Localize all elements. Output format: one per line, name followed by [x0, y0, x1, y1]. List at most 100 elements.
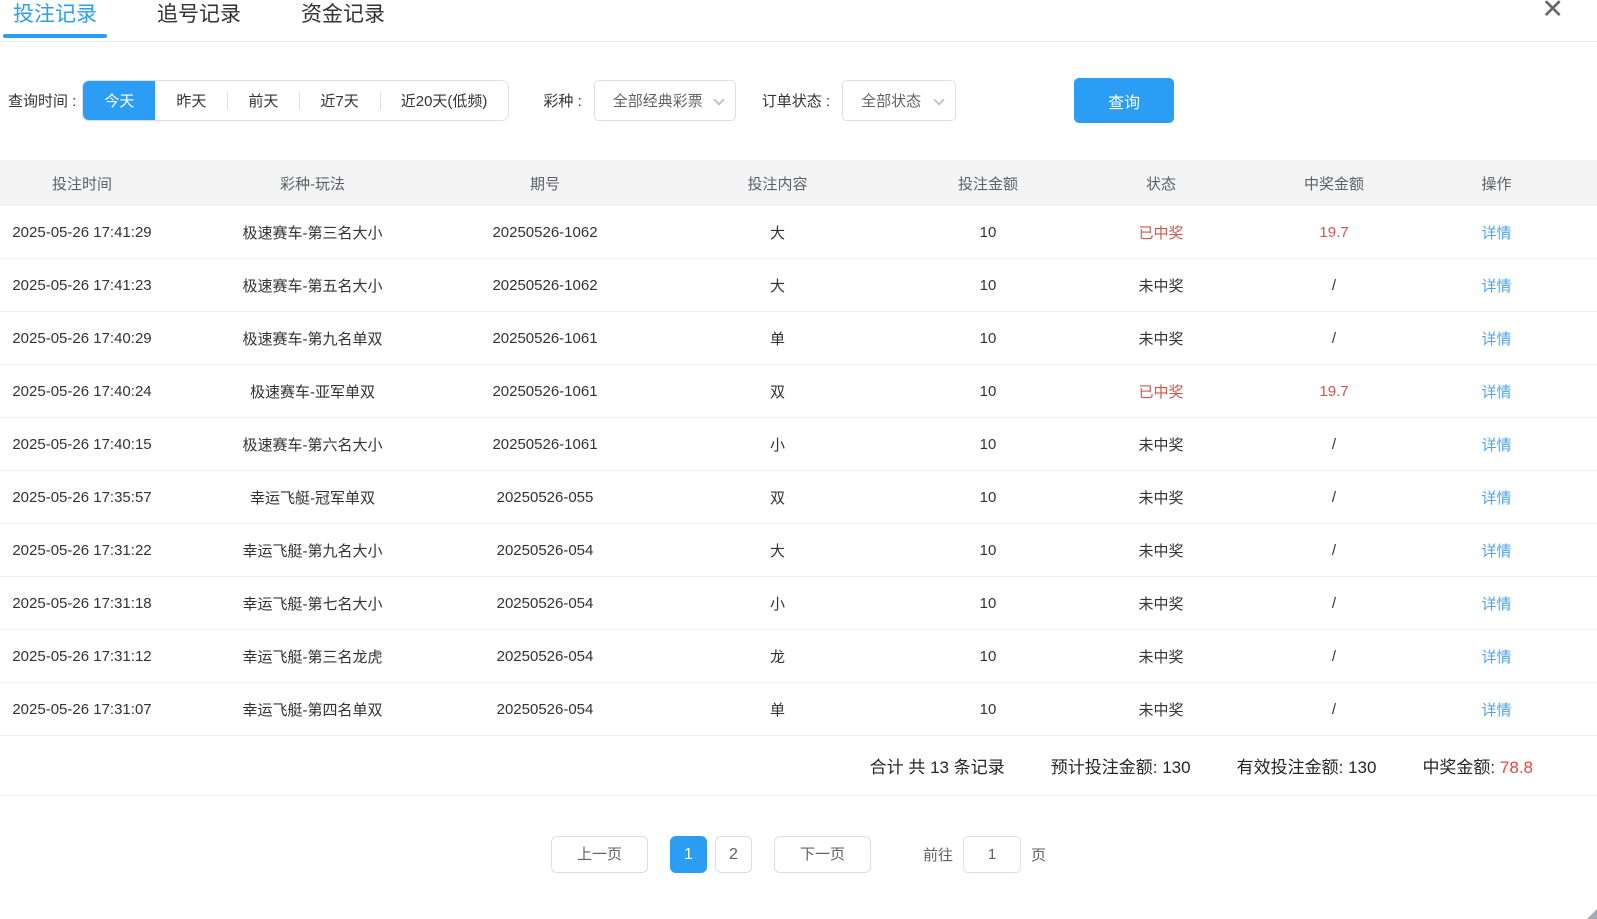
- goto-page: 前往 页: [923, 836, 1046, 873]
- cell-status: 未中奖: [1050, 593, 1272, 614]
- cell-content: 小: [629, 593, 926, 614]
- table-row: 2025-05-26 17:40:29极速赛车-第九名单双20250526-10…: [0, 312, 1597, 365]
- detail-link[interactable]: 详情: [1481, 225, 1511, 242]
- time-option[interactable]: 昨天: [155, 81, 227, 120]
- cell-game: 极速赛车-第三名大小: [164, 222, 461, 243]
- cell-time: 2025-05-26 17:31:18: [0, 595, 164, 612]
- cell-issue: 20250526-1061: [461, 383, 629, 400]
- cell-status: 未中奖: [1050, 540, 1272, 561]
- cell-amount: 10: [926, 595, 1050, 612]
- cell-amount: 10: [926, 224, 1050, 241]
- time-option[interactable]: 近20天(低频): [380, 81, 509, 120]
- cell-issue: 20250526-1061: [461, 436, 629, 453]
- cell-status: 未中奖: [1050, 328, 1272, 349]
- table-row: 2025-05-26 17:31:07幸运飞艇-第四名单双20250526-05…: [0, 683, 1597, 736]
- order-status-value: 全部状态: [861, 90, 921, 111]
- time-option[interactable]: 近7天: [299, 81, 379, 120]
- bet-records-table: 投注时间彩种-玩法期号投注内容投注金额状态中奖金额操作 2025-05-26 1…: [0, 160, 1597, 796]
- detail-link[interactable]: 详情: [1481, 384, 1511, 401]
- cell-status: 未中奖: [1050, 646, 1272, 667]
- table-row: 2025-05-26 17:40:24极速赛车-亚军单双20250526-106…: [0, 365, 1597, 418]
- cell-issue: 20250526-054: [461, 595, 629, 612]
- cell-amount: 10: [926, 489, 1050, 506]
- pagination: 上一页 12 下一页 前往 页: [0, 836, 1597, 873]
- resize-corner: [1587, 909, 1597, 919]
- summary-prize-amount: 中奖金额: 78.8: [1422, 753, 1533, 778]
- cell-game: 幸运飞艇-第九名大小: [164, 540, 461, 561]
- cell-prize: /: [1272, 701, 1396, 718]
- cell-content: 小: [629, 434, 926, 455]
- goto-page-input[interactable]: [963, 836, 1021, 873]
- time-option[interactable]: 今天: [83, 81, 155, 120]
- order-status-select[interactable]: 全部状态: [842, 80, 956, 121]
- cell-status: 已中奖: [1050, 222, 1272, 243]
- tabs: 投注记录 追号记录 资金记录: [3, 0, 1597, 41]
- detail-link[interactable]: 详情: [1481, 490, 1511, 507]
- cell-prize: /: [1272, 489, 1396, 506]
- page-number-button[interactable]: 2: [715, 836, 752, 873]
- time-option[interactable]: 前天: [227, 81, 299, 120]
- cell-content: 龙: [629, 646, 926, 667]
- detail-link[interactable]: 详情: [1481, 437, 1511, 454]
- close-icon[interactable]: ✕: [1541, 0, 1564, 24]
- order-status-label: 订单状态 :: [762, 90, 830, 111]
- cell-status: 未中奖: [1050, 275, 1272, 296]
- tab-bar: 投注记录 追号记录 资金记录 ✕: [0, 0, 1597, 42]
- detail-link[interactable]: 详情: [1481, 649, 1511, 666]
- cell-amount: 10: [926, 701, 1050, 718]
- detail-link[interactable]: 详情: [1481, 543, 1511, 560]
- cell-game: 幸运飞艇-第三名龙虎: [164, 646, 461, 667]
- cell-issue: 20250526-1062: [461, 224, 629, 241]
- cell-status: 未中奖: [1050, 699, 1272, 720]
- cell-prize: /: [1272, 436, 1396, 453]
- table-row: 2025-05-26 17:31:12幸运飞艇-第三名龙虎20250526-05…: [0, 630, 1597, 683]
- table-row: 2025-05-26 17:31:18幸运飞艇-第七名大小20250526-05…: [0, 577, 1597, 630]
- column-header: 彩种-玩法: [164, 173, 461, 194]
- detail-link[interactable]: 详情: [1481, 278, 1511, 295]
- lottery-type-select[interactable]: 全部经典彩票: [594, 80, 736, 121]
- cell-amount: 10: [926, 383, 1050, 400]
- cell-content: 单: [629, 699, 926, 720]
- tab-label: 追号记录: [157, 3, 241, 26]
- cell-amount: 10: [926, 277, 1050, 294]
- chevron-down-icon: [933, 94, 944, 105]
- cell-prize: /: [1272, 595, 1396, 612]
- prev-page-button[interactable]: 上一页: [551, 836, 648, 873]
- column-header: 状态: [1050, 173, 1272, 194]
- cell-prize: /: [1272, 542, 1396, 559]
- page-number-button[interactable]: 1: [670, 836, 707, 873]
- tab-bet-records[interactable]: 投注记录: [3, 0, 107, 41]
- cell-time: 2025-05-26 17:41:23: [0, 277, 164, 294]
- cell-content: 大: [629, 275, 926, 296]
- cell-game: 幸运飞艇-第七名大小: [164, 593, 461, 614]
- cell-prize: /: [1272, 330, 1396, 347]
- detail-link[interactable]: 详情: [1481, 596, 1511, 613]
- cell-status: 未中奖: [1050, 487, 1272, 508]
- cell-prize: 19.7: [1272, 383, 1396, 400]
- tab-chase-records[interactable]: 追号记录: [147, 0, 251, 41]
- cell-issue: 20250526-1062: [461, 277, 629, 294]
- cell-issue: 20250526-054: [461, 648, 629, 665]
- tab-label: 投注记录: [13, 3, 97, 26]
- next-page-button[interactable]: 下一页: [774, 836, 871, 873]
- chevron-down-icon: [713, 94, 724, 105]
- detail-link[interactable]: 详情: [1481, 702, 1511, 719]
- tab-fund-records[interactable]: 资金记录: [291, 0, 395, 41]
- cell-game: 极速赛车-亚军单双: [164, 381, 461, 402]
- summary-expected-value: 130: [1162, 758, 1190, 777]
- lottery-type-value: 全部经典彩票: [613, 90, 703, 111]
- table-body: 2025-05-26 17:41:29极速赛车-第三名大小20250526-10…: [0, 206, 1597, 736]
- column-header: 期号: [461, 173, 629, 194]
- column-header: 投注内容: [629, 173, 926, 194]
- cell-time: 2025-05-26 17:31:22: [0, 542, 164, 559]
- table-row: 2025-05-26 17:41:23极速赛车-第五名大小20250526-10…: [0, 259, 1597, 312]
- detail-link[interactable]: 详情: [1481, 331, 1511, 348]
- page-numbers: 12: [666, 836, 756, 873]
- table-header-row: 投注时间彩种-玩法期号投注内容投注金额状态中奖金额操作: [0, 160, 1597, 206]
- summary-prize-value: 78.8: [1500, 758, 1533, 777]
- summary-prize-label: 中奖金额:: [1422, 758, 1495, 777]
- cell-time: 2025-05-26 17:40:29: [0, 330, 164, 347]
- cell-game: 极速赛车-第六名大小: [164, 434, 461, 455]
- search-button[interactable]: 查询: [1074, 78, 1174, 123]
- cell-status: 已中奖: [1050, 381, 1272, 402]
